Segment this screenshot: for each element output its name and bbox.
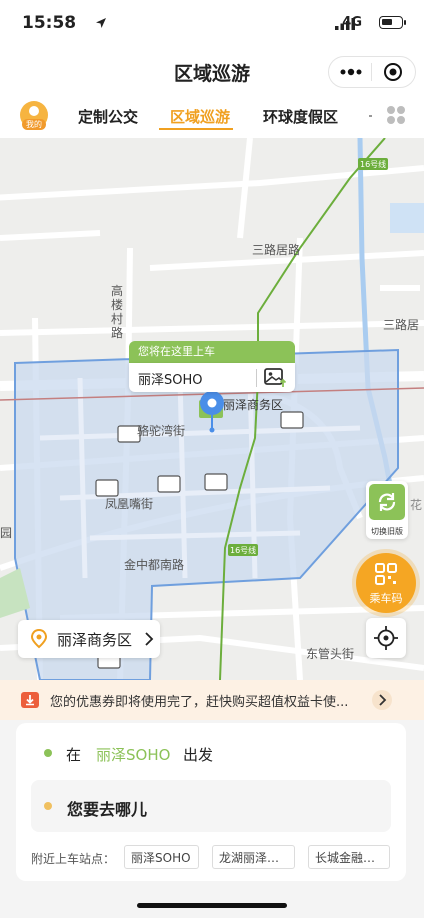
destination-dot xyxy=(44,802,52,810)
road-label: 金中都南路 xyxy=(124,558,185,572)
from-suffix: 出发 xyxy=(183,746,214,764)
all-tabs-grid-icon[interactable] xyxy=(385,104,407,126)
home-indicator xyxy=(137,903,287,908)
coupon-text: 您的优惠券即将使用完了，赶快购买超值权益卡使... xyxy=(50,695,349,710)
location-arrow-icon xyxy=(96,18,106,28)
map-edge-label: 园 xyxy=(0,526,13,540)
switch-old-version-label: 切换旧版 xyxy=(371,527,403,536)
qr-code-icon xyxy=(375,563,397,585)
close-miniapp-icon[interactable] xyxy=(383,62,403,82)
metro-line-badge: 16号线 xyxy=(360,160,387,169)
bubble-divider xyxy=(256,369,257,387)
tab-overflow-dot xyxy=(369,115,372,117)
road-label: 东管头街 xyxy=(306,647,355,661)
nearby-station-chip[interactable]: 丽泽SOHO xyxy=(124,845,199,869)
origin-station[interactable]: 丽泽SOHO xyxy=(96,744,170,765)
battery-tip xyxy=(404,20,406,25)
road-label: 三路居 xyxy=(383,318,420,332)
area-map-label: 丽泽商务区 xyxy=(223,398,284,412)
avatar-label: 我的 xyxy=(22,119,46,130)
ride-qr-code-label: 乘车码 xyxy=(369,592,403,605)
road-label: 凤凰嘴街 xyxy=(105,497,154,511)
nearby-stations-label: 附近上车站点： xyxy=(31,852,116,866)
road-label: 路 xyxy=(111,326,124,340)
destination-placeholder: 您要去哪儿 xyxy=(67,800,148,819)
metro-line-badge: 16号线 xyxy=(230,546,257,555)
active-tab-underline xyxy=(159,128,233,130)
nearby-station-chip[interactable]: 龙湖丽泽… xyxy=(212,845,295,869)
refresh-icon xyxy=(369,484,405,520)
road-label: 三路居路 xyxy=(252,243,301,257)
road-label: 骆驼湾街 xyxy=(137,424,186,438)
nearby-station-chip[interactable]: 长城金融… xyxy=(308,845,390,869)
origin-dot xyxy=(44,749,52,757)
battery-icon xyxy=(379,16,403,29)
map-edge-label: 花 xyxy=(410,498,423,512)
tab-area-cruise[interactable]: 区域巡游 xyxy=(170,106,230,127)
crosshair-icon xyxy=(374,626,398,650)
area-name: 丽泽商务区 xyxy=(57,631,133,649)
tab-custom-bus[interactable]: 定制公交 xyxy=(78,106,138,127)
coupon-arrow-button[interactable] xyxy=(372,690,392,710)
pickup-bubble-header: 您将在这里上车 xyxy=(129,341,295,363)
station-photo-icon[interactable] xyxy=(264,368,286,388)
status-time: 15:58 xyxy=(22,13,77,33)
coupon-icon xyxy=(21,692,39,708)
more-options-icon[interactable] xyxy=(339,66,363,78)
from-prefix: 在 xyxy=(66,746,82,764)
chevron-right-icon xyxy=(379,694,387,706)
capsule-divider xyxy=(371,63,372,81)
network-type: 4G xyxy=(342,15,362,30)
location-pin-icon xyxy=(31,629,47,649)
pickup-station-name: 丽泽SOHO xyxy=(138,373,203,388)
chevron-right-icon xyxy=(145,632,154,646)
tab-global-resort[interactable]: 环球度假区 xyxy=(263,106,338,127)
